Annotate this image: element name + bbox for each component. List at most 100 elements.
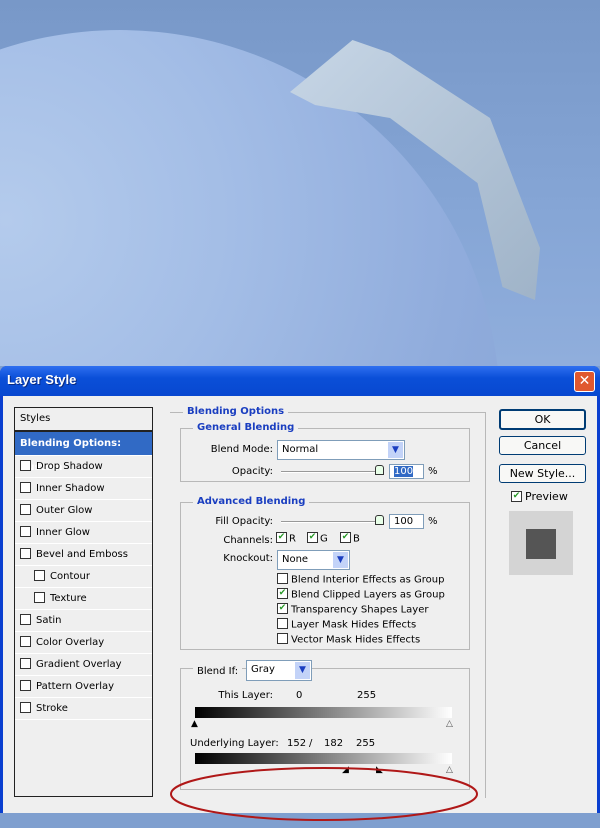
preview-swatch — [526, 529, 556, 559]
checkbox[interactable] — [20, 679, 31, 691]
checkbox[interactable] — [20, 635, 31, 647]
checkbox[interactable] — [277, 618, 288, 629]
fill-opacity-slider-thumb[interactable] — [375, 515, 384, 525]
channels-label: Channels: — [223, 535, 273, 546]
blend-mode-value: Normal — [282, 444, 319, 455]
this-layer-black-slider[interactable]: ▲ — [191, 720, 198, 729]
blend-mode-label: Blend Mode: — [210, 444, 273, 455]
style-item-label: Color Overlay — [36, 637, 105, 648]
style-item-label: Outer Glow — [36, 505, 93, 516]
cancel-button[interactable]: Cancel — [499, 436, 586, 455]
option-label: Blend Interior Effects as Group — [291, 574, 445, 586]
style-item-pattern-overlay[interactable]: Pattern Overlay — [15, 676, 152, 698]
channel-b-checkbox[interactable]: ✔ B — [340, 532, 360, 545]
underlying-separator: / — [309, 738, 313, 749]
underlying-high: 255 — [356, 738, 376, 749]
ok-button[interactable]: OK — [499, 409, 586, 430]
chevron-down-icon: ▼ — [295, 662, 310, 679]
style-item-label: Inner Glow — [36, 527, 90, 538]
option-transparency-shapes-layer[interactable]: ✔ Transparency Shapes Layer — [277, 603, 429, 616]
red-annotation-ellipse — [170, 767, 478, 821]
percent-label: % — [428, 466, 438, 477]
style-item-color-overlay[interactable]: Color Overlay — [15, 632, 152, 654]
checkbox[interactable]: ✔ — [277, 588, 288, 599]
chevron-down-icon: ▼ — [333, 552, 348, 568]
style-item-outer-glow[interactable]: Outer Glow — [15, 500, 152, 522]
underlying-low-split: 182 — [324, 738, 344, 749]
style-item-label: Drop Shadow — [36, 461, 103, 472]
style-item-inner-shadow[interactable]: Inner Shadow — [15, 478, 152, 500]
close-icon[interactable]: ✕ — [574, 371, 595, 392]
underlying-low: 152 — [287, 738, 307, 749]
style-item-label: Texture — [50, 593, 87, 604]
option-label: Transparency Shapes Layer — [291, 604, 429, 616]
checkbox[interactable] — [34, 569, 45, 581]
checkbox[interactable] — [20, 613, 31, 625]
opacity-slider[interactable] — [281, 471, 381, 473]
checkbox[interactable] — [34, 591, 45, 603]
style-item-stroke[interactable]: Stroke — [15, 698, 152, 720]
title-bar[interactable]: Layer Style ✕ — [0, 366, 600, 396]
knockout-select[interactable]: None ▼ — [277, 550, 350, 570]
this-layer-low: 0 — [296, 690, 303, 701]
channel-b-label: B — [353, 533, 360, 545]
general-blending-title: General Blending — [193, 422, 299, 433]
checkbox[interactable] — [20, 547, 31, 559]
preview-label: Preview — [525, 490, 568, 503]
fill-opacity-input[interactable]: 100 — [389, 514, 424, 529]
checkbox[interactable] — [20, 525, 31, 537]
style-item-label: Inner Shadow — [36, 483, 105, 494]
option-blend-interior-effects-as-group[interactable]: Blend Interior Effects as Group — [277, 573, 445, 586]
style-item-inner-glow[interactable]: Inner Glow — [15, 522, 152, 544]
underlying-layer-label: Underlying Layer: — [190, 738, 279, 749]
channel-r-label: R — [289, 533, 296, 545]
checkbox[interactable] — [20, 503, 31, 515]
new-style-button[interactable]: New Style... — [499, 464, 586, 483]
blend-if-value: Gray — [251, 664, 275, 675]
knockout-label: Knockout: — [223, 553, 273, 564]
fill-opacity-slider[interactable] — [281, 521, 381, 523]
checkbox[interactable] — [277, 633, 288, 644]
checkbox[interactable] — [20, 701, 31, 713]
option-layer-mask-hides-effects[interactable]: Layer Mask Hides Effects — [277, 618, 417, 631]
knockout-value: None — [282, 554, 309, 565]
style-item-contour[interactable]: Contour — [15, 566, 152, 588]
layer-style-dialog: Layer Style ✕ Styles Blending Options: C… — [0, 366, 600, 821]
dialog-body: Styles Blending Options: Custom Drop Sha… — [3, 396, 597, 821]
preview-checkbox[interactable]: ✔ Preview — [511, 490, 568, 503]
channel-g-label: G — [320, 533, 328, 545]
image-canvas — [0, 0, 600, 366]
checkbox[interactable] — [277, 573, 288, 584]
this-layer-high: 255 — [357, 690, 377, 701]
preview-thumbnail — [509, 511, 573, 575]
channel-r-checkbox[interactable]: ✔ R — [276, 532, 296, 545]
checkbox[interactable] — [20, 657, 31, 669]
this-layer-label: This Layer: — [218, 690, 273, 701]
channel-g-checkbox[interactable]: ✔ G — [307, 532, 328, 545]
option-blend-clipped-layers-as-group[interactable]: ✔ Blend Clipped Layers as Group — [277, 588, 445, 601]
fill-opacity-label: Fill Opacity: — [215, 516, 273, 527]
checkbox[interactable] — [20, 481, 31, 493]
blending-options-title: Blending Options — [183, 406, 289, 417]
blend-mode-select[interactable]: Normal ▼ — [277, 440, 405, 460]
opacity-slider-thumb[interactable] — [375, 465, 384, 475]
style-item-gradient-overlay[interactable]: Gradient Overlay — [15, 654, 152, 676]
checkbox[interactable]: ✔ — [277, 603, 288, 614]
option-vector-mask-hides-effects[interactable]: Vector Mask Hides Effects — [277, 633, 420, 646]
style-item-satin[interactable]: Satin — [15, 610, 152, 632]
dialog-title: Layer Style — [7, 372, 77, 387]
style-item-label: Bevel and Emboss — [36, 549, 128, 560]
styles-header[interactable]: Styles — [15, 408, 152, 432]
style-item-blending-options[interactable]: Blending Options: Custom — [15, 432, 152, 473]
style-item-drop-shadow[interactable]: Drop Shadow — [15, 456, 152, 478]
style-item-bevel-and-emboss[interactable]: Bevel and Emboss — [15, 544, 152, 566]
opacity-input[interactable]: 100 — [389, 464, 424, 479]
style-item-label: Pattern Overlay — [36, 681, 115, 692]
option-label: Layer Mask Hides Effects — [291, 619, 417, 631]
blend-if-select[interactable]: Gray ▼ — [246, 660, 312, 681]
chevron-down-icon: ▼ — [388, 442, 403, 458]
styles-list: Styles Blending Options: Custom Drop Sha… — [14, 407, 153, 797]
this-layer-white-slider[interactable]: △ — [446, 720, 453, 729]
style-item-texture[interactable]: Texture — [15, 588, 152, 610]
checkbox[interactable] — [20, 459, 31, 471]
